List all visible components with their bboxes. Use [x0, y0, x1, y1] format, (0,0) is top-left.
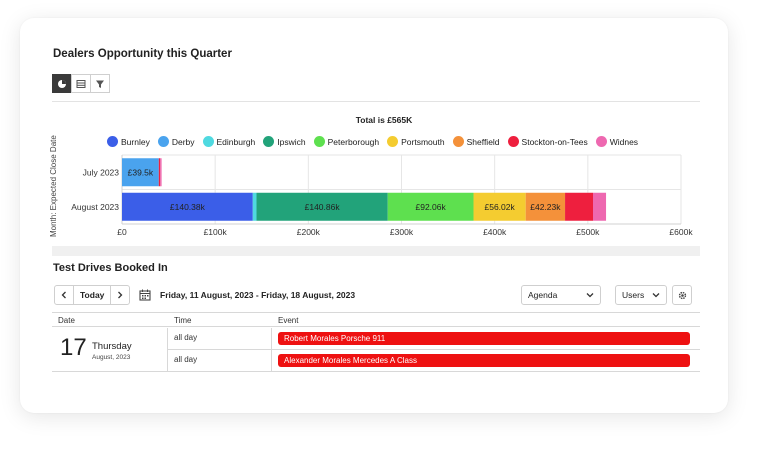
today-button[interactable]: Today	[73, 286, 112, 304]
x-tick-label: £300k	[390, 227, 414, 237]
event-item[interactable]: Robert Morales Porsche 911	[278, 332, 690, 345]
calendar-toolbar: Today Friday, 11 August, 2023 - Friday, …	[52, 285, 700, 307]
bar-segment	[158, 158, 161, 187]
x-tick-label: £500k	[576, 227, 600, 237]
day-name: Thursday	[92, 341, 132, 352]
date-nav-group: Today	[54, 285, 131, 305]
test-drives-title: Test Drives Booked In	[53, 262, 168, 274]
data-label: £92.06k	[416, 202, 447, 212]
table-row: Robert Morales Porsche 911	[272, 328, 700, 350]
agenda-day-group: 17 Thursday August, 2023 all day Robert …	[52, 328, 700, 372]
gear-icon	[678, 291, 686, 299]
data-label: £140.86k	[305, 202, 341, 212]
bar-segment	[593, 192, 607, 221]
x-tick-label: £100k	[204, 227, 228, 237]
time-cell: all day	[168, 328, 272, 350]
data-label: £56.02k	[484, 202, 515, 212]
event-column-header: Event	[278, 316, 299, 325]
date-cell: 17 Thursday August, 2023	[52, 328, 168, 372]
bar-segment	[565, 192, 594, 221]
time-column-header: Time	[174, 316, 192, 325]
section-divider	[52, 246, 700, 256]
data-label: £39.5k	[128, 167, 154, 177]
bar-segment	[252, 192, 257, 221]
y-tick-label: August 2023	[71, 202, 119, 212]
x-tick-label: £200k	[297, 227, 321, 237]
data-label: £140.38k	[170, 202, 206, 212]
chevron-down-icon	[586, 293, 594, 298]
table-row: Alexander Morales Mercedes A Class	[272, 350, 700, 372]
chevron-down-icon	[652, 293, 660, 298]
date-range-label: Friday, 11 August, 2023 - Friday, 18 Aug…	[160, 290, 356, 300]
bar-segment	[160, 158, 162, 187]
settings-button[interactable]	[672, 285, 692, 305]
calendar-icon[interactable]	[139, 289, 151, 301]
group-select[interactable]: Users	[615, 285, 667, 305]
time-cell: all day	[168, 350, 272, 372]
chevron-right-icon	[118, 291, 123, 299]
x-tick-label: £600k	[669, 227, 693, 237]
chevron-left-icon	[61, 291, 66, 299]
stacked-bar-chart: £0 £100k £200k £300k £400k £500k £600k July 202…	[71, 154, 693, 237]
data-label: £42.23k	[530, 202, 561, 212]
agenda-table: Date Time Event 17 Thursday August, 2023…	[52, 312, 700, 372]
day-month: August, 2023	[92, 354, 131, 361]
x-tick-label: £0	[117, 227, 127, 237]
y-tick-label: July 2023	[83, 167, 120, 177]
group-select-value: Users	[622, 290, 645, 300]
event-item[interactable]: Alexander Morales Mercedes A Class	[278, 354, 690, 367]
prev-button[interactable]	[55, 286, 73, 304]
date-column-header: Date	[58, 316, 75, 325]
next-button[interactable]	[111, 286, 129, 304]
view-select[interactable]: Agenda	[521, 285, 601, 305]
day-number: 17	[60, 334, 87, 361]
view-select-value: Agenda	[528, 290, 558, 300]
x-tick-label: £400k	[483, 227, 507, 237]
agenda-header: Date Time Event	[52, 313, 700, 327]
